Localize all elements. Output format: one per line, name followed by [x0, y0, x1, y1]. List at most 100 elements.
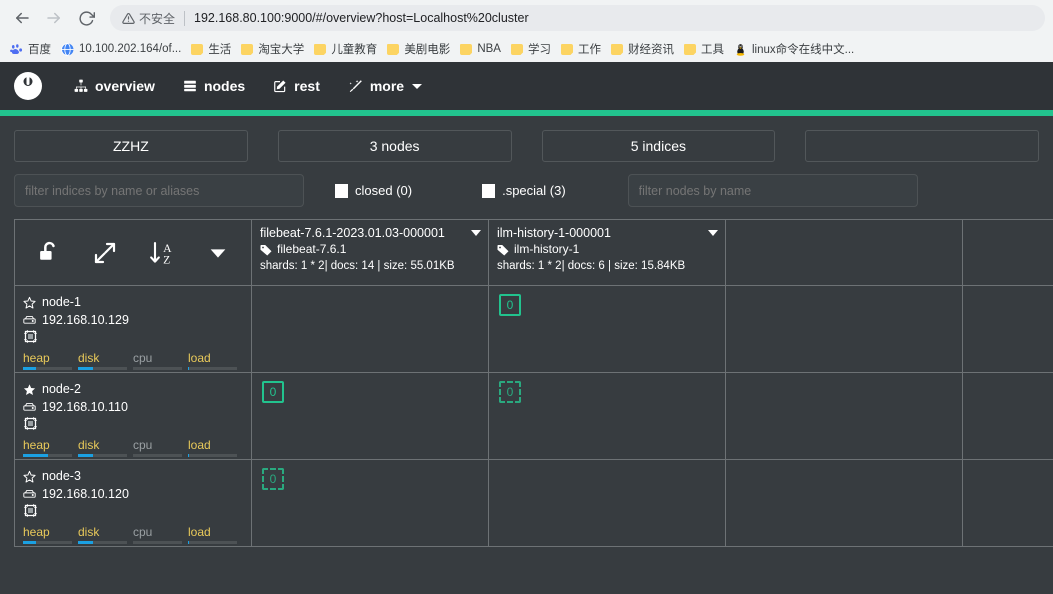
index-name: filebeat-7.6.1-2023.01.03-000001 — [260, 226, 445, 240]
unlock-icon[interactable] — [37, 240, 62, 265]
gauge-track — [188, 541, 237, 544]
shard-replica[interactable]: 0 — [499, 381, 521, 403]
gauge-track — [133, 367, 182, 370]
stat-label: 5 indices — [630, 138, 686, 154]
index-header-filebeat[interactable]: filebeat-7.6.1-2023.01.03-000001 filebea… — [252, 220, 489, 286]
bookmark-label: 儿童教育 — [331, 44, 378, 56]
index-alias: ilm-history-1 — [497, 241, 717, 258]
folder-icon — [387, 43, 400, 55]
gauge-heap: heap — [23, 351, 78, 370]
index-header-ilm-history[interactable]: ilm-history-1-000001 ilm-history-1 shard… — [489, 220, 726, 286]
chevron-down-icon — [412, 83, 423, 89]
bookmark-item[interactable]: 10.100.202.164/of... — [57, 41, 187, 58]
node-cell-node-2[interactable]: node-2 192.168.10.110 heap disk cpu load — [15, 373, 252, 460]
omnibox[interactable]: 不安全 192.168.80.100:9000/#/overview?host=… — [110, 5, 1045, 31]
shard-replica[interactable]: 0 — [262, 468, 284, 490]
shard-primary[interactable]: 0 — [262, 381, 284, 403]
bookmark-item[interactable]: 淘宝大学 — [237, 39, 310, 59]
bookmark-label: 工具 — [700, 44, 724, 56]
bookmark-item[interactable]: 工作 — [557, 39, 607, 59]
bookmark-label: 百度 — [28, 44, 51, 56]
index-header-overflow — [963, 220, 1053, 286]
gauge-label: heap — [23, 525, 50, 539]
server-icon — [183, 79, 197, 93]
hdd-icon — [23, 314, 36, 327]
star-outline-icon — [23, 296, 36, 309]
nav-item-rest[interactable]: rest — [259, 62, 334, 110]
nav-item-nodes[interactable]: nodes — [169, 62, 259, 110]
url-text[interactable]: 192.168.80.100:9000/#/overview?host=Loca… — [194, 11, 529, 25]
bookmark-item[interactable]: linux命令在线中文... — [730, 39, 860, 59]
star-outline-icon — [23, 470, 36, 483]
gauge-label: cpu — [133, 351, 153, 365]
expand-arrows-icon[interactable] — [93, 241, 117, 265]
chevron-down-icon[interactable] — [708, 230, 718, 236]
shard-cell — [489, 460, 726, 547]
nav-item-more[interactable]: more — [334, 62, 436, 110]
svg-text:Z: Z — [163, 253, 170, 266]
table-row: node-3 192.168.10.120 heap disk cpu load… — [15, 460, 1053, 547]
reload-icon[interactable] — [72, 4, 100, 32]
gauge-track — [133, 454, 182, 457]
data-node-icon — [23, 416, 38, 436]
cerebro-logo-icon[interactable] — [14, 72, 42, 100]
checkbox-box[interactable] — [335, 183, 348, 198]
bookmark-label: linux命令在线中文... — [751, 44, 855, 56]
back-arrow-icon[interactable] — [8, 4, 36, 32]
gauge-load: load — [188, 525, 243, 544]
bookmark-item[interactable]: 百度 — [6, 39, 57, 59]
node-badges — [23, 329, 243, 348]
nodes-filter-input[interactable] — [627, 174, 918, 207]
nav-item-overview[interactable]: overview — [60, 62, 169, 110]
bookmark-item[interactable]: 工具 — [680, 39, 730, 59]
node-gauges: heap disk cpu load — [23, 438, 243, 457]
bookmark-label: 淘宝大学 — [258, 44, 305, 56]
bookmark-item[interactable]: 学习 — [507, 39, 557, 59]
stat-indices-count[interactable]: 5 indices — [541, 130, 776, 162]
folder-icon — [241, 43, 254, 55]
bookmark-item[interactable]: 生活 — [187, 39, 237, 59]
star-filled-icon — [23, 383, 36, 396]
gauge-cpu: cpu — [133, 525, 188, 544]
shard-primary[interactable]: 0 — [499, 294, 521, 316]
shard-cell-empty — [726, 460, 963, 547]
bookmark-item[interactable]: 财经资讯 — [607, 39, 680, 59]
table-row: node-1 192.168.10.129 heap disk cpu load… — [15, 286, 1053, 373]
globe-icon — [61, 42, 74, 56]
folder-icon — [510, 43, 523, 55]
edit-square-icon — [273, 79, 287, 93]
gauge-label: load — [188, 438, 211, 452]
closed-indices-checkbox[interactable]: closed (0) — [335, 183, 412, 198]
node-cell-node-3[interactable]: node-3 192.168.10.120 heap disk cpu load — [15, 460, 252, 547]
index-alias-label: ilm-history-1 — [514, 242, 580, 256]
node-name-line: node-1 — [23, 293, 243, 311]
shard-cell — [252, 286, 489, 373]
filters-row: closed (0) .special (3) — [0, 162, 1053, 207]
stat-nodes-count[interactable]: 3 nodes — [277, 130, 512, 162]
gauge-track — [23, 367, 72, 370]
node-cell-node-1[interactable]: node-1 192.168.10.129 heap disk cpu load — [15, 286, 252, 373]
node-name-line: node-3 — [23, 467, 243, 485]
special-indices-checkbox[interactable]: .special (3) — [482, 183, 566, 198]
bookmark-item[interactable]: NBA — [456, 41, 507, 57]
index-alias-label: filebeat-7.6.1 — [277, 242, 347, 256]
bookmark-item[interactable]: 儿童教育 — [310, 39, 383, 59]
node-badges — [23, 416, 243, 435]
index-meta: shards: 1 * 2| docs: 14 | size: 55.01KB — [260, 260, 455, 272]
not-secure-indicator[interactable]: 不安全 — [122, 10, 175, 27]
forward-arrow-icon[interactable] — [40, 4, 68, 32]
gauge-disk: disk — [78, 525, 133, 544]
bookmark-label: 10.100.202.164/of... — [79, 43, 182, 55]
chevron-down-icon[interactable] — [471, 230, 481, 236]
bookmark-item[interactable]: 美剧电影 — [383, 39, 456, 59]
indices-filter-input[interactable] — [14, 174, 304, 207]
stat-cluster-name[interactable]: ZZHZ — [14, 130, 248, 162]
checkbox-box[interactable] — [482, 183, 496, 198]
stat-extra[interactable] — [805, 130, 1039, 162]
gauge-label: cpu — [133, 438, 153, 452]
caret-down-icon[interactable] — [207, 242, 229, 264]
gauge-track — [188, 367, 237, 370]
sort-alpha-desc-icon[interactable]: AZ — [148, 239, 176, 267]
tux-icon — [734, 43, 747, 56]
node-gauges: heap disk cpu load — [23, 525, 243, 544]
